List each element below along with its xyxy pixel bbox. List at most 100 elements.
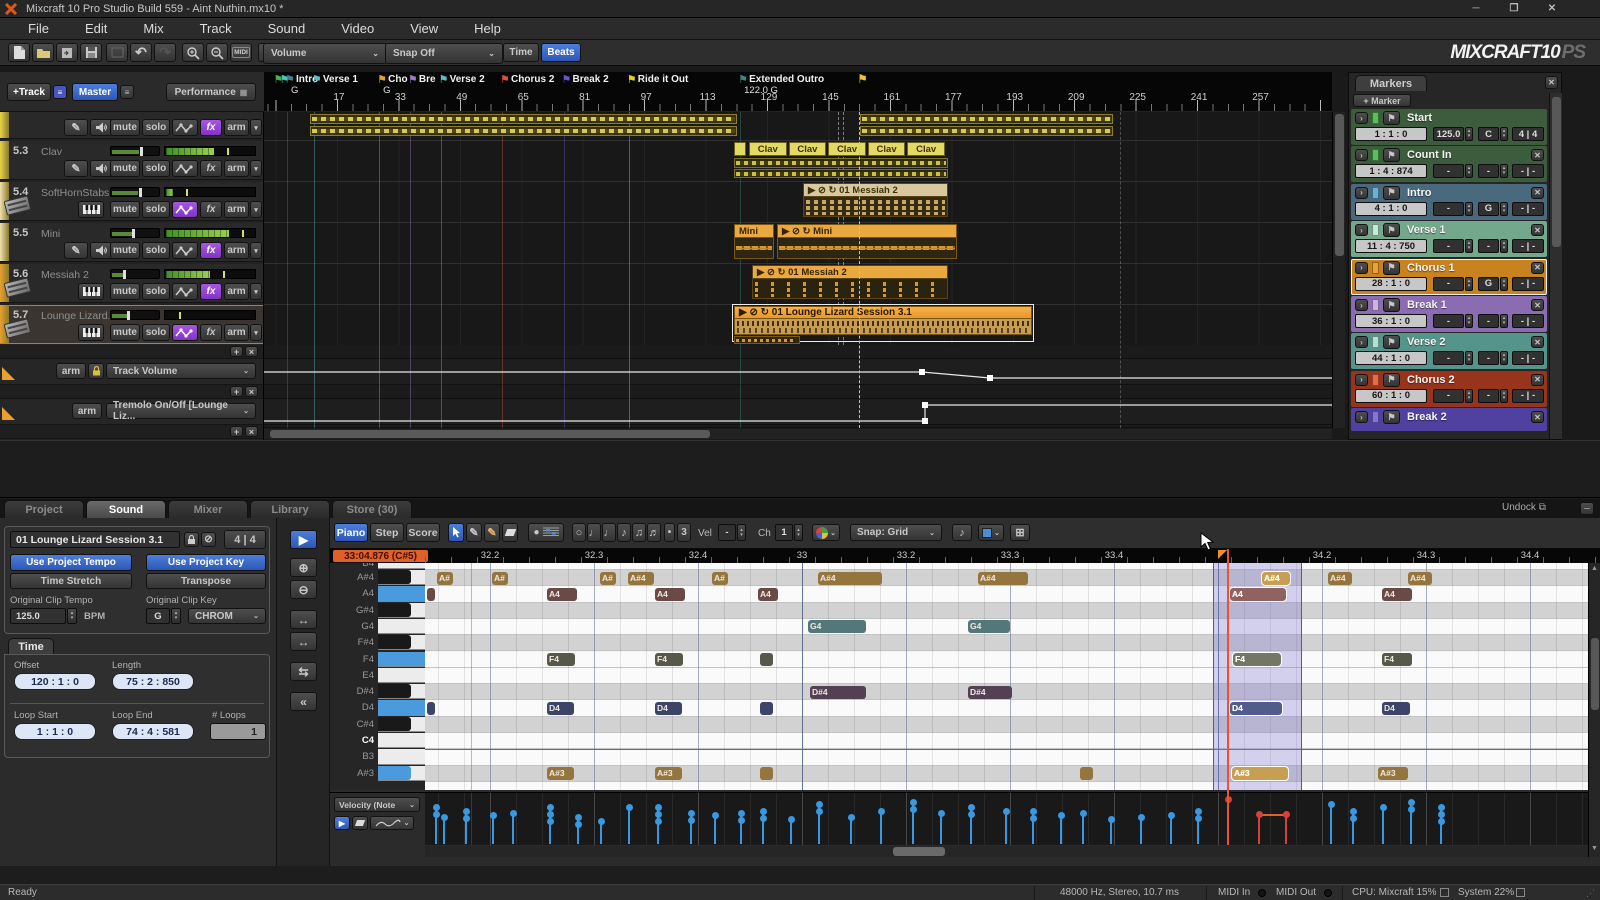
clip-audio-body[interactable]: [734, 238, 774, 259]
velocity-lane[interactable]: [425, 792, 1588, 845]
eraser-tool-button[interactable]: [502, 523, 518, 542]
piano-key-G4[interactable]: [378, 619, 425, 634]
marker-color-swatch[interactable]: [1372, 299, 1379, 311]
note-duration-button[interactable]: ♩: [587, 523, 601, 542]
panel-tab-sound[interactable]: Sound: [86, 500, 166, 518]
midi-note-A#3[interactable]: A#3: [1232, 767, 1288, 780]
midi-note-G4[interactable]: G4: [968, 620, 1010, 633]
channel-value-field[interactable]: 1: [775, 524, 793, 541]
velocity-dot[interactable]: [1408, 799, 1415, 806]
expand-icon[interactable]: ›: [1355, 374, 1368, 386]
velocity-dot[interactable]: [1380, 804, 1387, 811]
marker-color-swatch[interactable]: [1372, 262, 1379, 274]
velocity-stem[interactable]: [443, 817, 445, 844]
automation-lane-header[interactable]: armTremolo On/Off [Lounge Liz...⌄: [0, 399, 264, 425]
marker-time-field[interactable]: 60 : 1 : 0: [1355, 389, 1427, 403]
audio-clip-segment[interactable]: [310, 126, 737, 136]
velocity-dot[interactable]: [738, 817, 745, 824]
velocity-stem[interactable]: [512, 813, 514, 844]
clip-midi-body[interactable]: [752, 279, 948, 299]
save-icon[interactable]: [80, 43, 102, 62]
arm-button[interactable]: arm: [224, 160, 249, 177]
undock-button[interactable]: Undock ⧉: [1502, 502, 1546, 513]
midi-note-A#3[interactable]: [1080, 767, 1093, 780]
draw-tool-icon[interactable]: ✎: [64, 242, 88, 259]
flag-icon[interactable]: ⚑: [1383, 111, 1400, 125]
draw-tool-icon[interactable]: ✎: [64, 119, 88, 136]
arrange-hscrollbar[interactable]: [264, 429, 1332, 439]
velocity-stem[interactable]: [1170, 815, 1172, 844]
close-icon[interactable]: ✕: [1531, 262, 1544, 274]
automation-button[interactable]: [172, 283, 198, 300]
remove-lane-button[interactable]: ×: [245, 426, 258, 437]
score-settings-button[interactable]: ♪: [952, 524, 972, 541]
track-options-icon[interactable]: ▾: [250, 242, 262, 259]
menu-view[interactable]: View: [392, 21, 456, 36]
time-tab[interactable]: Time: [8, 638, 54, 655]
solo-button[interactable]: solo: [142, 283, 170, 300]
velocity-dot[interactable]: [1195, 808, 1202, 815]
automation-lane-header[interactable]: armTrack Volume⌄: [0, 359, 264, 385]
marker-row-break-1[interactable]: ›⚑Break 1✕36 : 1 : 0-▴▾-▴▾- | -: [1351, 296, 1547, 332]
marker-key-field[interactable]: G: [1478, 277, 1499, 291]
h-zoom-out-button[interactable]: ↔: [290, 632, 317, 651]
solo-button[interactable]: solo: [142, 201, 170, 218]
velocity-type-dropdown[interactable]: Velocity (Note⌄: [334, 797, 420, 812]
close-icon[interactable]: ✕: [1531, 336, 1544, 348]
master-menu-icon[interactable]: ≡: [120, 85, 134, 99]
slider-handle[interactable]: [127, 311, 130, 320]
velocity-dot[interactable]: [1138, 814, 1145, 821]
marker-color-swatch[interactable]: [1372, 112, 1379, 124]
clav-clip-cell[interactable]: Clav: [868, 142, 906, 156]
loop-start-field[interactable]: 1 : 1 : 0: [14, 723, 96, 740]
velocity-dot[interactable]: [1350, 808, 1357, 815]
clav-clip-cell[interactable]: Clav: [749, 142, 787, 156]
midi-note-F4[interactable]: F4: [655, 653, 683, 666]
velocity-dot[interactable]: [655, 818, 662, 825]
track-row-5.7[interactable]: 5.7Lounge Lizard...mutesolofxarm▾: [0, 305, 264, 344]
marker-flag-icon[interactable]: ⚑: [500, 73, 510, 86]
velocity-dot[interactable]: [1030, 808, 1037, 815]
piano-key-C4[interactable]: [378, 733, 425, 748]
velocity-dot[interactable]: [626, 804, 633, 811]
mute-button[interactable]: mute: [110, 201, 140, 218]
midi-note-F4[interactable]: [760, 653, 773, 666]
velocity-stem[interactable]: [1140, 817, 1142, 844]
marker-meter-field[interactable]: - | -: [1512, 389, 1544, 403]
velocity-stem[interactable]: [492, 815, 494, 844]
piano-keys[interactable]: B4A#4A4G#4G4F#4F4E4D#4D4C#4C4B3A#3: [330, 563, 425, 790]
marker-meter-field[interactable]: - | -: [1512, 164, 1544, 178]
marker-time-field[interactable]: 1 : 4 : 874: [1355, 164, 1427, 178]
piano-roll-grid[interactable]: A#A#A#A#4A#A#4A#4A#4A#4A#4A4A4A4A4A4G4G4…: [425, 563, 1588, 790]
piano-icon[interactable]: [78, 283, 104, 300]
solo-button[interactable]: solo: [142, 119, 170, 136]
velocity-value-field[interactable]: -: [718, 524, 736, 541]
arm-button[interactable]: arm: [224, 201, 249, 218]
draw-tool-icon[interactable]: ✎: [64, 160, 88, 177]
add-track-button[interactable]: +Track: [7, 83, 51, 101]
velocity-dot[interactable]: [575, 814, 582, 821]
track-volume-slider[interactable]: [110, 269, 160, 279]
velocity-stem[interactable]: [1060, 815, 1062, 844]
marker-meter-field[interactable]: 4 | 4: [1512, 127, 1544, 141]
marker-key-field[interactable]: -: [1478, 314, 1499, 328]
velocity-stem[interactable]: [1330, 804, 1332, 844]
velocity-dot[interactable]: [1438, 804, 1445, 811]
marker-meter-field[interactable]: - | -: [1512, 202, 1544, 216]
velocity-stem[interactable]: [1382, 807, 1384, 844]
midi-note-A#3[interactable]: A#3: [1378, 767, 1408, 780]
velocity-dot[interactable]: [910, 806, 917, 813]
velocity-dot[interactable]: [848, 814, 855, 821]
velocity-dot[interactable]: [878, 808, 885, 815]
note-duration-button[interactable]: ♪: [617, 523, 631, 542]
marker-tempo-field[interactable]: -: [1433, 202, 1464, 216]
expand-icon[interactable]: ›: [1355, 112, 1368, 124]
marker-color-swatch[interactable]: [1372, 336, 1379, 348]
layers-dropdown[interactable]: ⌄: [978, 524, 1004, 541]
clip-midi-body[interactable]: [803, 197, 948, 217]
clip-audio-body[interactable]: [777, 238, 957, 259]
key-spinner[interactable]: ▴▾: [1500, 277, 1508, 291]
midi-note-A#4[interactable]: A#4: [1262, 572, 1290, 585]
h-zoom-in-button[interactable]: ↔: [290, 610, 317, 629]
markers-panel-close-icon[interactable]: ✕: [1545, 76, 1558, 89]
